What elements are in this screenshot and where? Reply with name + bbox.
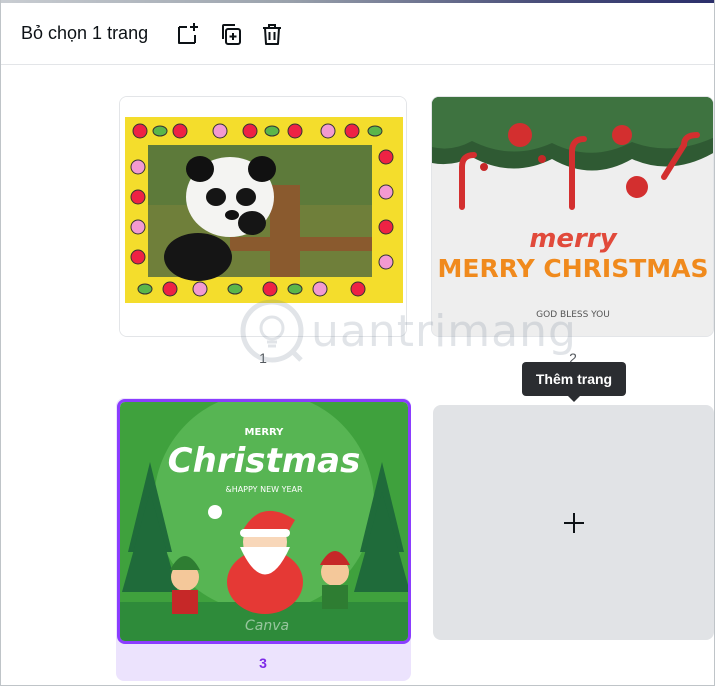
page-thumbnail-1[interactable] — [119, 96, 407, 337]
deselect-label[interactable]: Bỏ chọn 1 trang — [21, 23, 148, 44]
god-bless-text: GOD BLESS YOU — [536, 310, 610, 320]
delete-page-button[interactable] — [257, 19, 287, 49]
add-page-button[interactable] — [173, 19, 203, 49]
merry-small-text: MERRY — [245, 427, 285, 438]
page-number-1: 1 — [259, 350, 267, 366]
duplicate-page-button[interactable] — [216, 19, 246, 49]
add-page-button-card[interactable] — [433, 405, 714, 640]
merry-text: merry — [529, 224, 617, 254]
merry-christmas-image: merry MERRY CHRISTMAS GOD BLESS YOU — [432, 97, 713, 336]
add-page-icon — [178, 23, 198, 44]
happy-new-year-text: &HAPPY NEW YEAR — [225, 485, 303, 494]
christmas-text: MERRY CHRISTMAS — [437, 254, 708, 283]
delete-icon — [263, 24, 281, 45]
santa-christmas-image: MERRY Christmas &HAPPY NEW YEAR Canva — [120, 402, 408, 641]
page-thumbnail-3[interactable]: MERRY Christmas &HAPPY NEW YEAR Canva — [117, 399, 411, 644]
christmas-script-text: Christmas — [168, 441, 361, 481]
add-page-tooltip: Thêm trang — [522, 362, 626, 402]
page-thumbnail-2[interactable]: merry MERRY CHRISTMAS GOD BLESS YOU — [431, 96, 714, 337]
panda-image — [120, 97, 406, 336]
plus-icon — [563, 512, 584, 533]
page-toolbar: Bỏ chọn 1 trang — [1, 3, 714, 65]
canva-watermark: Canva — [245, 618, 289, 634]
page-number-3: 3 — [259, 655, 267, 671]
duplicate-page-icon — [222, 24, 241, 45]
